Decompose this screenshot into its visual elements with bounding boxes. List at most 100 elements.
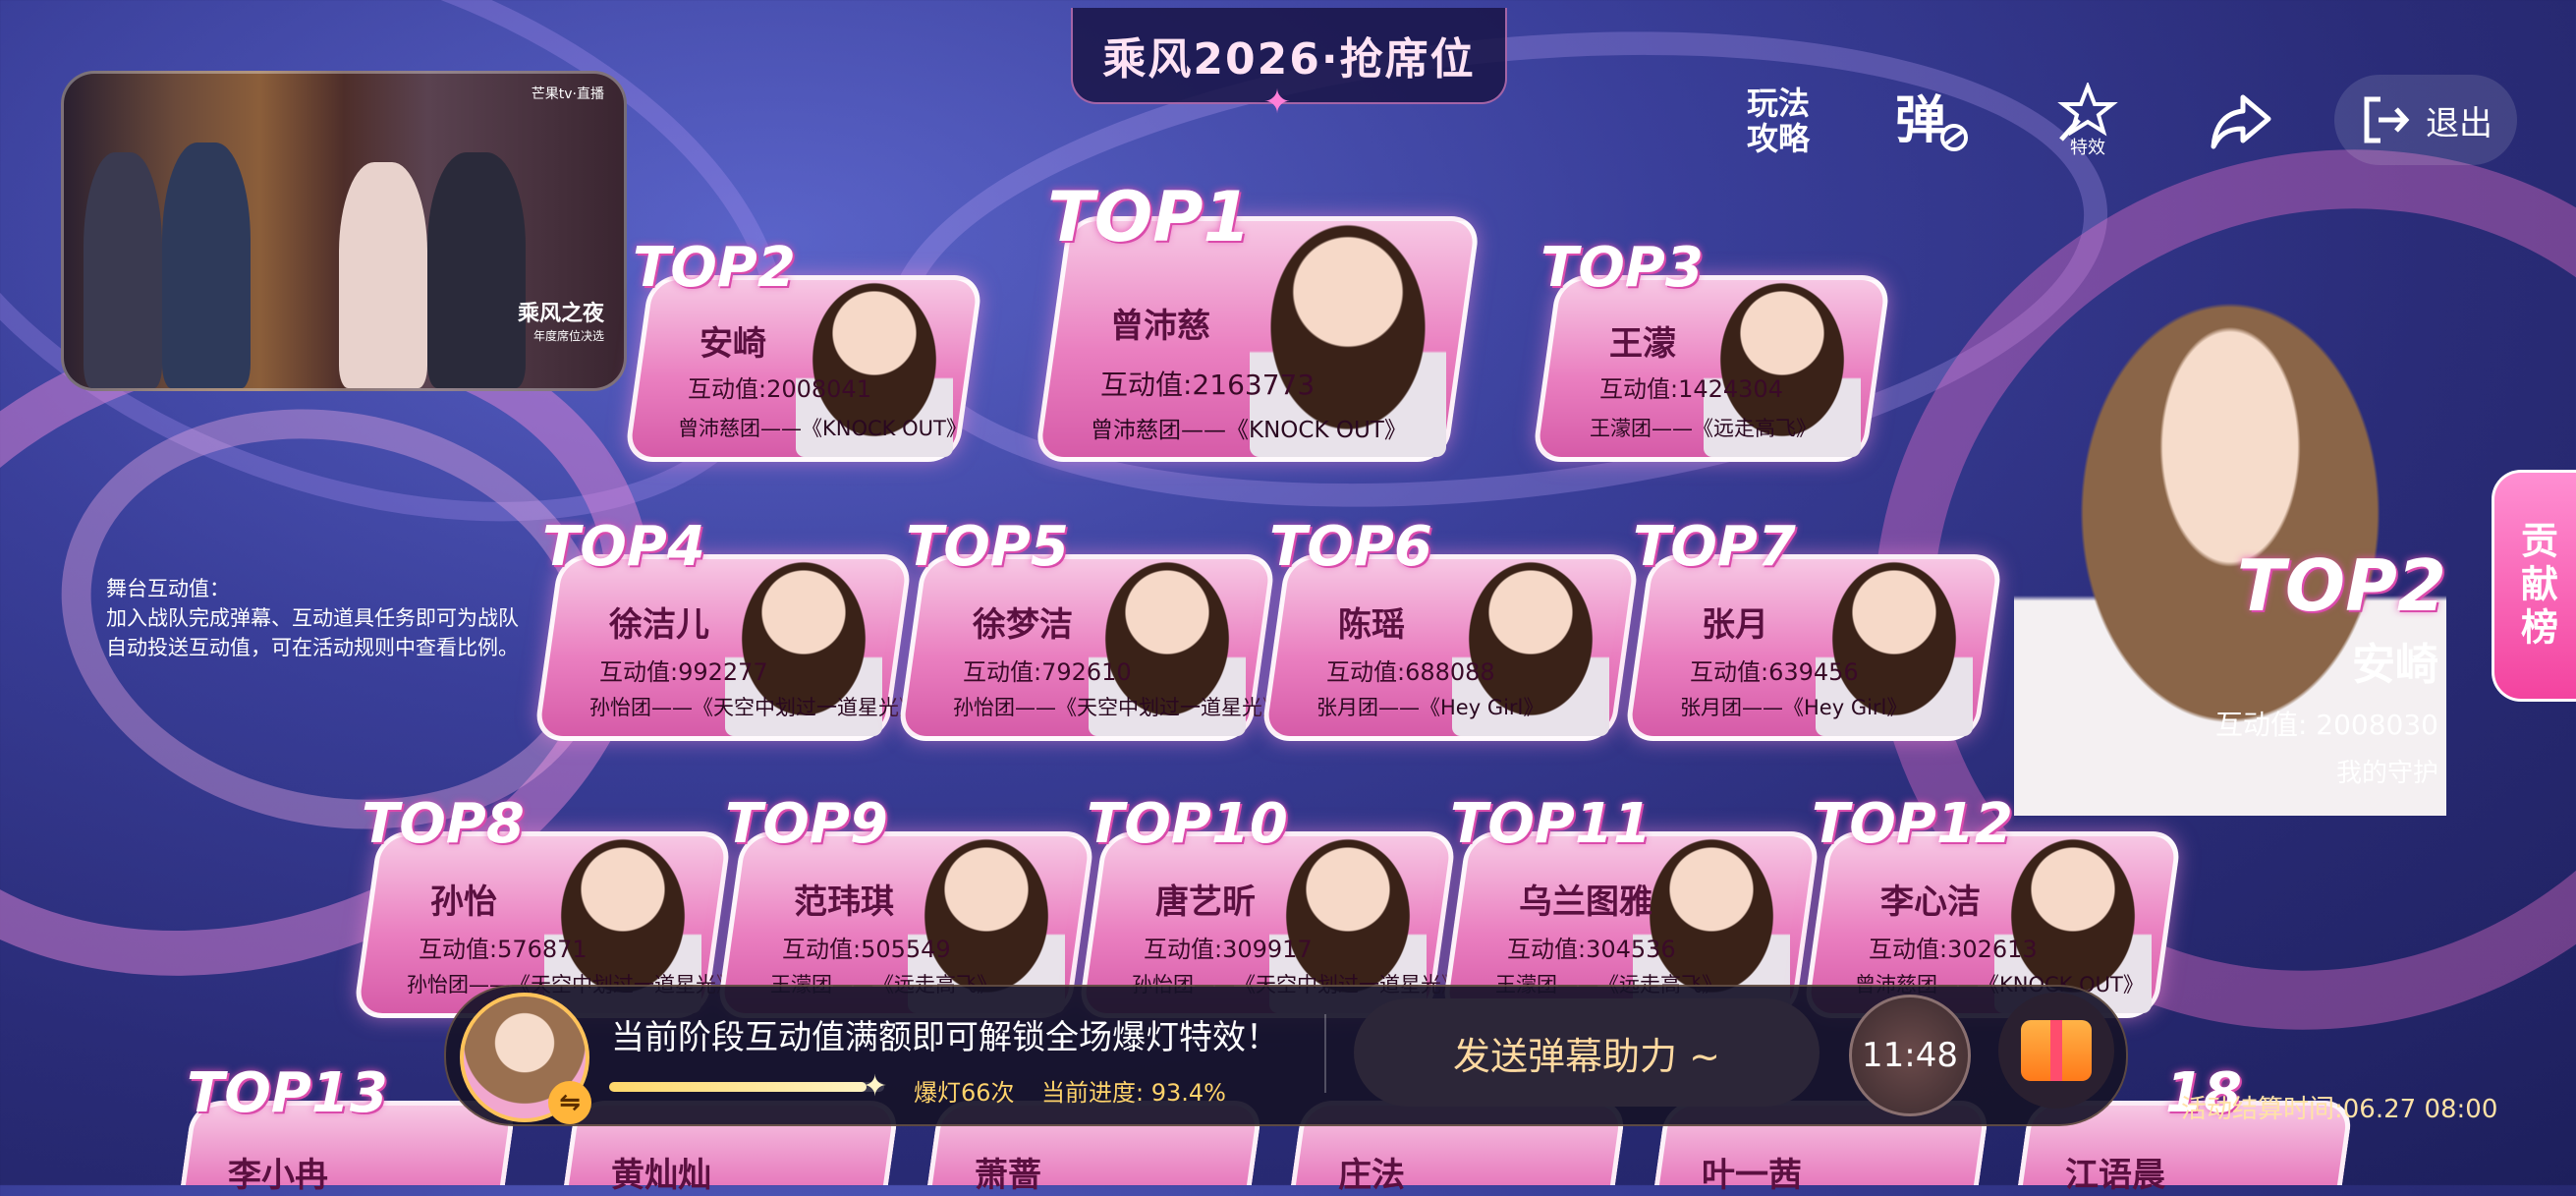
effects-label: 特效 (2070, 138, 2105, 158)
rank-card-top7[interactable]: TOP7 张月 互动值:639456 张月团——《Hey Girl》 (1623, 515, 2004, 741)
member-group: 曾沛慈团——《KNOCK OUT》 (1091, 418, 1407, 443)
rank-card-top2[interactable]: TOP2 安崎 互动值:2008041 曾沛慈团——《KNOCK OUT》 (623, 236, 984, 462)
member-name: 陈瑶 (1338, 605, 1405, 645)
member-name: 李小冉 (228, 1156, 328, 1195)
member-group: 张月团——《Hey Girl》 (1316, 696, 1544, 719)
member-score: 互动值:639456 (1690, 658, 1859, 686)
gift-icon (2021, 1020, 2092, 1081)
member-name: 张月 (1702, 605, 1768, 645)
member-group: 曾沛慈团——《KNOCK OUT》 (678, 417, 967, 440)
progress-bar (609, 1082, 884, 1092)
rank-card-top6[interactable]: TOP6 陈瑶 互动值:688088 张月团——《Hey Girl》 (1260, 515, 1641, 741)
member-name: 乌兰图雅 (1519, 883, 1652, 922)
member-name: 曾沛慈 (1110, 307, 1210, 346)
divider (1324, 1014, 1326, 1093)
member-name: 孙怡 (430, 883, 497, 922)
rank-label: TOP9 (725, 792, 888, 856)
rank-label: TOP8 (362, 792, 525, 856)
user-avatar[interactable]: ⇋ (460, 993, 591, 1124)
guide-button[interactable]: 玩法 攻略 (1739, 77, 1818, 165)
switch-icon[interactable]: ⇋ (548, 1081, 591, 1124)
member-name: 唐艺昕 (1155, 883, 1256, 922)
member-name: 黄灿灿 (611, 1156, 711, 1195)
member-group: 张月团——《Hey Girl》 (1680, 696, 1908, 719)
member-score: 互动值:302613 (1869, 936, 2038, 963)
video-figure (162, 142, 251, 388)
member-name: 范玮琪 (794, 883, 894, 922)
member-name: 王濛 (1609, 324, 1676, 364)
send-danmaku-button[interactable]: 发送弹幕助力 ~ (1354, 998, 1820, 1107)
video-badge: 乘风之夜 年度席位决选 (506, 296, 604, 374)
lights-count: 爆灯66次 (914, 1079, 1015, 1107)
member-score: 互动值:576871 (419, 936, 588, 963)
featured-score: 互动值: 2008030 (2214, 709, 2438, 741)
progress-fill (609, 1082, 867, 1092)
member-score: 互动值:688088 (1326, 658, 1495, 686)
rank-label: TOP5 (906, 515, 1069, 579)
magic-wand-icon (2057, 83, 2118, 142)
featured-rank: TOP2 (2236, 544, 2446, 627)
rank-card-top3[interactable]: TOP3 王濛 互动值:1424304 王濛团——《远走高飞》 (1531, 236, 1892, 462)
stage-info: 舞台互动值： 加入战队完成弹幕、互动道具任务即可为战队自动投送互动值，可在活动规… (106, 574, 538, 662)
featured-name: 安崎 (2352, 640, 2438, 690)
video-figure (339, 162, 427, 388)
video-badge-sub: 年度席位决选 (532, 329, 604, 343)
member-score: 互动值:792610 (963, 658, 1132, 686)
rank-label: TOP4 (542, 515, 705, 579)
featured-guard-label: 我的守护 (2335, 759, 2438, 788)
rank-label: TOP10 (1087, 792, 1288, 856)
countdown-timer[interactable]: 11:48 (1849, 995, 1971, 1116)
member-score: 互动值:309917 (1144, 936, 1313, 963)
share-arrow-icon (2211, 94, 2271, 149)
danmaku-toggle-icon[interactable]: 弹 (1886, 77, 1975, 165)
member-score: 互动值:2163773 (1100, 369, 1316, 401)
rank-label: TOP1 (1047, 177, 1252, 257)
member-group: 孙怡团——《天空中划过一道星光》 (953, 696, 1283, 719)
effects-button[interactable]: 特效 (2044, 77, 2132, 165)
gift-box-button[interactable] (1998, 993, 2114, 1109)
member-score: 互动值:2008041 (688, 375, 871, 403)
member-name: 安崎 (700, 324, 766, 364)
svg-text:弹: 弹 (1895, 91, 1946, 150)
member-name: 徐梦洁 (973, 605, 1073, 645)
danmaku-glyph: 弹 (1895, 91, 1968, 151)
settle-time: 活动结算时间:06.27 08:00 (2181, 1095, 2498, 1124)
rank-label: TOP13 (187, 1061, 388, 1125)
unlock-message: 当前阶段互动值满额即可解锁全场爆灯特效！ (611, 1018, 1279, 1057)
member-name: 徐洁儿 (609, 605, 709, 645)
rank-label: TOP3 (1540, 236, 1704, 300)
exit-icon (2364, 96, 2410, 143)
rank-label: TOP2 (633, 236, 796, 300)
guide-line1: 玩法 (1746, 85, 1810, 122)
member-name: 叶一茜 (1702, 1156, 1802, 1195)
member-score: 互动值:1424304 (1599, 375, 1783, 403)
exit-label: 退出 (2426, 103, 2492, 143)
member-score: 互动值:505549 (782, 936, 951, 963)
rank-label: TOP11 (1450, 792, 1652, 856)
member-name: 江语晨 (2065, 1156, 2165, 1195)
live-video-player[interactable]: 芒果tv·直播 乘风之夜 年度席位决选 (61, 71, 627, 391)
rank-card-top5[interactable]: TOP5 徐梦洁 互动值:792610 孙怡团——《天空中划过一道星光》 (896, 515, 1283, 741)
member-name: 萧蔷 (975, 1156, 1041, 1195)
member-score: 互动值:304536 (1507, 936, 1676, 963)
video-figure (84, 152, 162, 388)
featured-member[interactable]: TOP2 安崎 互动值: 2008030 我的守护 (2014, 265, 2446, 816)
member-group: 王濛团——《远走高飞》 (1590, 417, 1817, 440)
guide-line2: 攻略 (1746, 120, 1810, 157)
progress-text: 当前进度: 93.4% (1041, 1079, 1226, 1107)
rank-card-top1[interactable]: TOP1 曾沛慈 互动值:2163773 曾沛慈团——《KNOCK OUT》 (1034, 177, 1482, 462)
sparkle-icon: ✦ (1262, 83, 1292, 122)
member-name: 李心洁 (1880, 883, 1981, 922)
sparkle-icon: ✦ (863, 1069, 888, 1104)
rank-label: TOP6 (1269, 515, 1432, 579)
contribution-board-tab[interactable]: 贡献榜 (2492, 470, 2576, 702)
video-logo: 芒果tv·直播 (531, 86, 604, 102)
rank-card-top4[interactable]: TOP4 徐洁儿 互动值:992277 孙怡团——《天空中划过一道星光》 (532, 515, 920, 741)
rank-label: TOP12 (1812, 792, 2013, 856)
member-name: 庄法 (1338, 1156, 1405, 1195)
exit-button[interactable]: 退出 (2334, 75, 2517, 165)
share-icon[interactable] (2197, 77, 2285, 165)
stage-info-title: 舞台互动值： (106, 577, 230, 600)
member-score: 互动值:992277 (599, 658, 768, 686)
rank-label: TOP7 (1633, 515, 1796, 579)
